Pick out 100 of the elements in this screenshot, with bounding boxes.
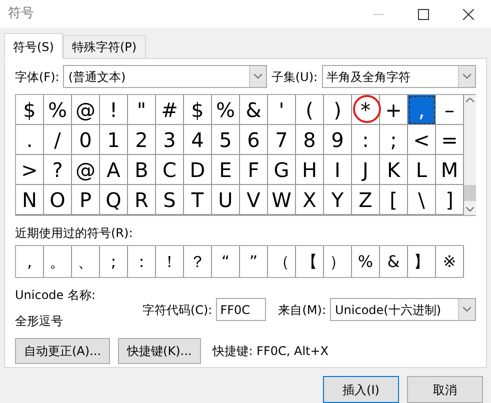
- symbol-cell[interactable]: /: [44, 125, 72, 155]
- symbol-cell[interactable]: $: [16, 95, 44, 125]
- symbol-cell[interactable]: [: [380, 185, 408, 215]
- recent-symbol-cell[interactable]: 【: [296, 246, 324, 277]
- char-code-label: 字符代码(C):: [142, 302, 212, 318]
- symbol-cell[interactable]: P: [72, 185, 100, 215]
- symbol-cell[interactable]: J: [352, 155, 380, 185]
- symbol-cell[interactable]: V: [240, 185, 268, 215]
- dialog-button[interactable]: 自动更正(A)...: [15, 338, 110, 364]
- symbol-cell[interactable]: @: [72, 155, 100, 185]
- symbol-cell[interactable]: $: [184, 95, 212, 125]
- chevron-icon: [463, 74, 471, 79]
- symbol-cell[interactable]: E: [212, 155, 240, 185]
- symbol-cell[interactable]: >: [16, 155, 44, 185]
- chevron-icon: [254, 74, 262, 79]
- recent-symbol-cell[interactable]: ？: [184, 246, 212, 277]
- symbol-cell[interactable]: C: [156, 155, 184, 185]
- symbol-cell[interactable]: H: [296, 155, 324, 185]
- from-dropdown[interactable]: Unicode(十六进制): [330, 298, 476, 321]
- symbol-cell[interactable]: (: [296, 95, 324, 125]
- insert-button[interactable]: 插入(I): [323, 376, 399, 403]
- symbol-cell[interactable]: \: [408, 185, 436, 215]
- tab[interactable]: 符号(S): [4, 33, 63, 59]
- recent-symbol-cell[interactable]: ;: [100, 246, 128, 277]
- symbol-cell[interactable]: 7: [268, 125, 296, 155]
- symbol-cell[interactable]: *: [352, 95, 380, 125]
- char-code-field[interactable]: FF0C: [216, 298, 266, 321]
- symbol-cell[interactable]: K: [380, 155, 408, 185]
- maximize-icon: [418, 8, 429, 20]
- dialog-button[interactable]: 快捷键(K)...: [118, 338, 201, 364]
- tab[interactable]: 特殊字符(P): [62, 35, 146, 59]
- symbol-cell[interactable]: B: [128, 155, 156, 185]
- symbol-cell[interactable]: ): [324, 95, 352, 125]
- symbol-cell[interactable]: T: [184, 185, 212, 215]
- symbol-cell[interactable]: X: [296, 185, 324, 215]
- scrollbar-thumb[interactable]: [464, 185, 476, 201]
- scroll-up-icon: [466, 98, 474, 103]
- recent-symbol-cell[interactable]: ：: [128, 246, 156, 277]
- symbol-cell[interactable]: Z: [352, 185, 380, 215]
- symbol-cell[interactable]: :: [352, 125, 380, 155]
- symbol-cell[interactable]: ;: [380, 125, 408, 155]
- symbol-cell[interactable]: ?: [44, 155, 72, 185]
- font-dropdown[interactable]: (普通文本): [63, 65, 268, 88]
- symbol-cell[interactable]: W: [268, 185, 296, 215]
- symbol-cell[interactable]: ": [128, 95, 156, 125]
- recent-symbol-cell[interactable]: “: [212, 246, 240, 277]
- unicode-name: 全形逗号: [15, 313, 64, 330]
- symbol-cell[interactable]: O: [44, 185, 72, 215]
- window-title: 符号: [8, 5, 34, 24]
- symbol-cell[interactable]: G: [268, 155, 296, 185]
- symbol-cell[interactable]: <: [408, 125, 436, 155]
- recent-symbol-cell[interactable]: 。: [44, 246, 72, 277]
- symbol-cell[interactable]: 9: [324, 125, 352, 155]
- symbol-cell[interactable]: !: [100, 95, 128, 125]
- symbol-cell[interactable]: I: [324, 155, 352, 185]
- subset-label: 子集(U):: [271, 68, 318, 86]
- symbol-cell[interactable]: 6: [240, 125, 268, 155]
- symbol-cell[interactable]: U: [212, 185, 240, 215]
- symbol-cell[interactable]: L: [408, 155, 436, 185]
- symbol-cell[interactable]: &: [240, 95, 268, 125]
- chevron-icon: [463, 307, 471, 312]
- symbol-cell[interactable]: F: [240, 155, 268, 185]
- symbol-cell[interactable]: 0: [72, 125, 100, 155]
- symbol-cell[interactable]: ': [268, 95, 296, 125]
- symbol-cell[interactable]: .: [16, 125, 44, 155]
- symbol-cell[interactable]: #: [156, 95, 184, 125]
- recent-symbol-cell[interactable]: （: [268, 246, 296, 277]
- symbol-cell[interactable]: 1: [100, 125, 128, 155]
- subset-dropdown[interactable]: 半角及全角字符: [322, 65, 476, 88]
- symbol-cell[interactable]: 8: [296, 125, 324, 155]
- symbol-cell[interactable]: 4: [184, 125, 212, 155]
- scroll-down-icon: [466, 207, 474, 212]
- recent-symbol-cell[interactable]: %: [352, 246, 380, 277]
- symbol-cell[interactable]: D: [184, 155, 212, 185]
- recent-symbol-cell[interactable]: ※: [436, 246, 464, 277]
- recent-symbol-cell[interactable]: ”: [240, 246, 268, 277]
- symbol-cell[interactable]: 5: [212, 125, 240, 155]
- symbol-cell[interactable]: R: [128, 185, 156, 215]
- recent-symbol-cell[interactable]: ！: [156, 246, 184, 277]
- recent-symbol-cell[interactable]: ,: [16, 246, 44, 277]
- close-icon: [463, 8, 474, 20]
- recent-label: 近期使用过的符号(R):: [15, 225, 134, 242]
- symbol-cell[interactable]: Q: [100, 185, 128, 215]
- symbol-cell[interactable]: A: [100, 155, 128, 185]
- shortcut-text: 快捷键: FF0C, Alt+X: [212, 343, 329, 360]
- symbol-cell[interactable]: 3: [156, 125, 184, 155]
- recent-symbol-cell[interactable]: &: [380, 246, 408, 277]
- symbol-cell[interactable]: ,: [408, 95, 436, 125]
- symbol-cell[interactable]: %: [44, 95, 72, 125]
- symbol-cell[interactable]: @: [72, 95, 100, 125]
- symbol-cell[interactable]: N: [16, 185, 44, 215]
- symbol-cell[interactable]: S: [156, 185, 184, 215]
- recent-symbol-cell[interactable]: ）: [324, 246, 352, 277]
- recent-symbol-cell[interactable]: 】: [408, 246, 436, 277]
- symbol-cell[interactable]: %: [212, 95, 240, 125]
- symbol-cell[interactable]: 2: [128, 125, 156, 155]
- scrollbar[interactable]: [464, 95, 476, 215]
- recent-symbol-cell[interactable]: 、: [72, 246, 100, 277]
- symbol-cell[interactable]: Y: [324, 185, 352, 215]
- cancel-button[interactable]: 取消: [407, 376, 483, 403]
